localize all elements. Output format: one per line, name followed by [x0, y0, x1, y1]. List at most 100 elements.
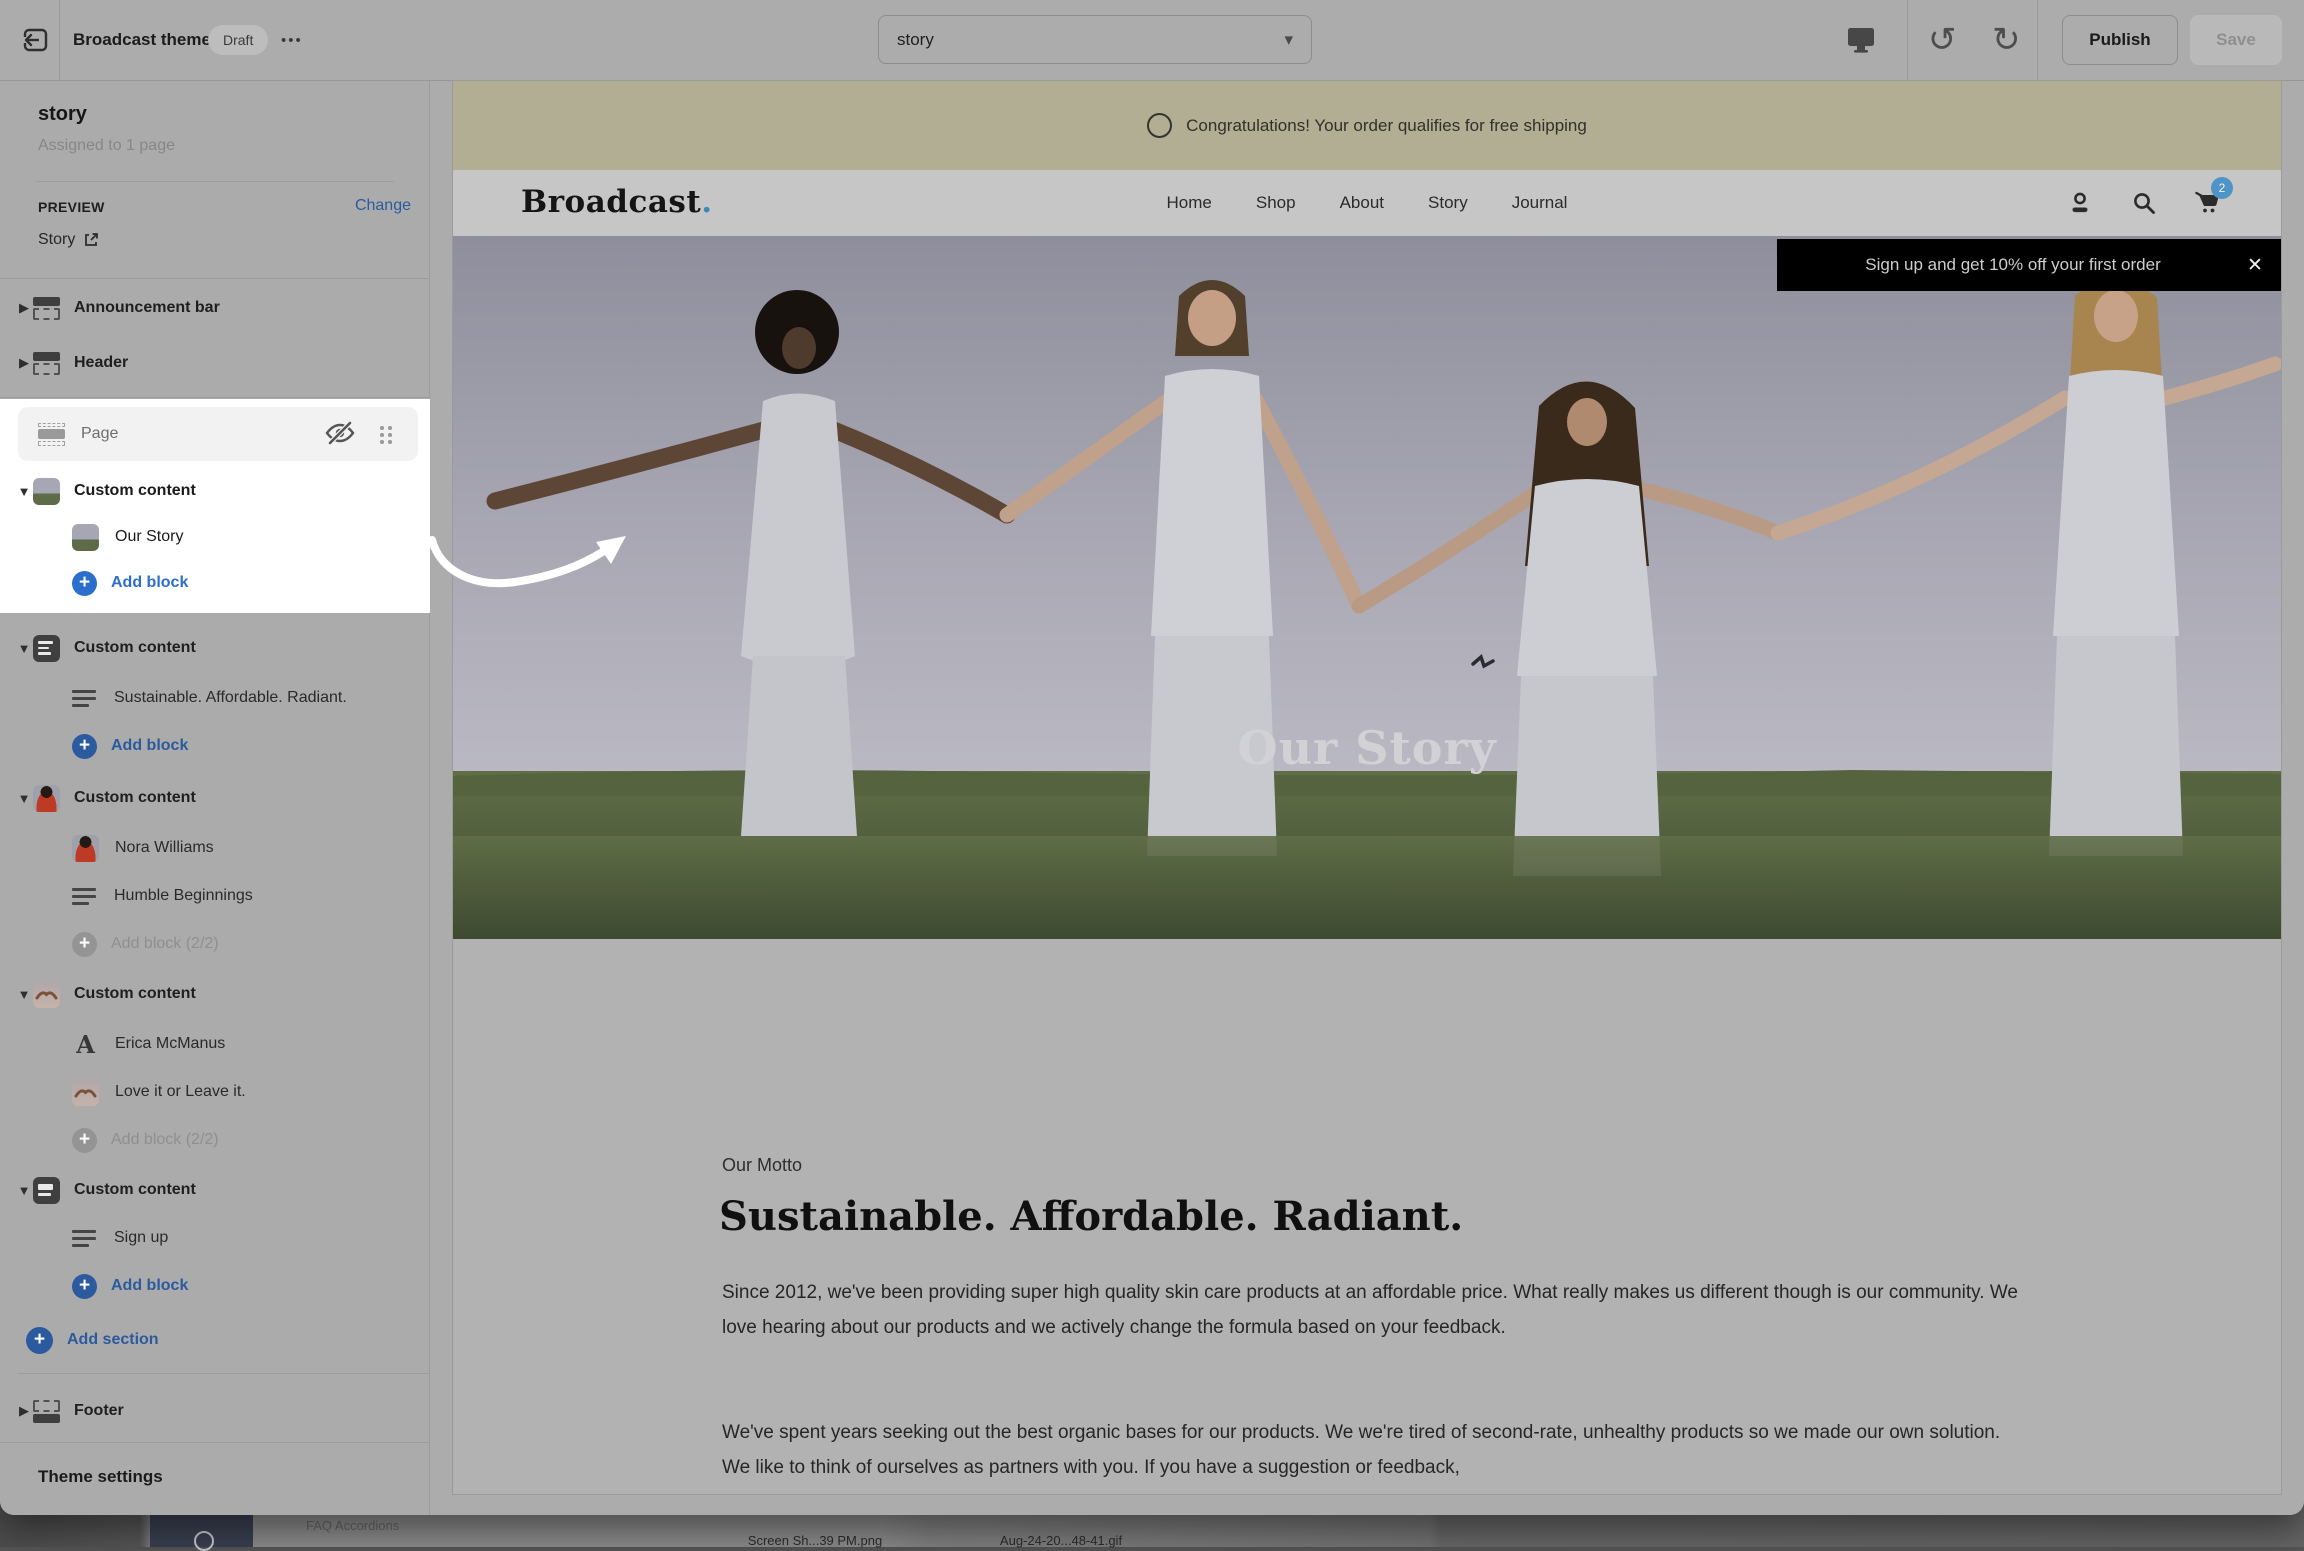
save-button[interactable]: Save — [2190, 15, 2282, 65]
disclosure-expanded-icon[interactable]: ▼ — [15, 1183, 33, 1198]
theme-editor-window: Broadcast theme Draft ••• story ▾ ↺ ↻ Pu… — [0, 0, 2304, 1515]
hands-thumbnail-icon — [72, 1079, 99, 1106]
announcement-bar: Congratulations! Your order qualifies fo… — [453, 81, 2281, 170]
sidebar-group-custom-content[interactable]: ▼ Custom content — [0, 1168, 430, 1212]
group-label: Custom content — [74, 1181, 196, 1199]
nav-link-about[interactable]: About — [1340, 193, 1384, 213]
hidden-eye-icon — [324, 420, 356, 446]
change-preview-link[interactable]: Change — [355, 197, 411, 215]
disclosure-expanded-icon[interactable]: ▼ — [15, 791, 33, 806]
block-label: Erica McManus — [115, 1035, 225, 1053]
add-block-button[interactable]: + Add block — [0, 1264, 502, 1308]
sidebar-section-footer[interactable]: ▶ Footer — [0, 1389, 430, 1433]
group-label: Custom content — [74, 482, 196, 500]
hero-photo — [453, 236, 2281, 939]
theme-settings-button[interactable]: Theme settings — [38, 1467, 163, 1487]
sidebar-block[interactable]: Sustainable. Affordable. Radiant. — [0, 676, 502, 720]
hero-title: Our Story — [453, 721, 2281, 775]
nav-link-shop[interactable]: Shop — [1256, 193, 1296, 213]
toast-text: Sign up and get 10% off your first order — [1777, 255, 2229, 275]
sidebar-group-custom-content[interactable]: ▼ Custom content — [0, 626, 430, 670]
sidebar-section-header[interactable]: ▶ Header — [0, 341, 430, 385]
background-window-title: FAQ Accordions — [306, 1518, 399, 1533]
topbar-divider — [2037, 0, 2038, 80]
exit-editor-icon — [22, 26, 50, 54]
add-block-label: Add block — [111, 1277, 188, 1295]
add-block-button[interactable]: + Add block — [0, 724, 502, 768]
sidebar-block[interactable]: Humble Beginnings — [0, 874, 502, 918]
account-icon[interactable] — [2067, 190, 2093, 216]
sidebar: story Assigned to 1 page PREVIEW Change … — [0, 81, 430, 1515]
sidebar-group-custom-content[interactable]: ▼ Custom content — [0, 972, 430, 1016]
publish-button[interactable]: Publish — [2062, 15, 2178, 65]
add-circle-icon: + — [72, 571, 97, 596]
sidebar-section-page[interactable]: Page — [18, 407, 418, 461]
group-label: Custom content — [74, 639, 196, 657]
draft-status-badge: Draft — [208, 25, 268, 55]
nav-link-home[interactable]: Home — [1167, 193, 1212, 213]
group-label: Custom content — [74, 789, 196, 807]
sidebar-section-announcement-bar[interactable]: ▶ Announcement bar — [0, 286, 430, 330]
add-section-button[interactable]: + Add section — [0, 1316, 430, 1364]
section-label: Footer — [74, 1402, 124, 1420]
disclosure-collapsed-icon[interactable]: ▶ — [15, 1403, 33, 1419]
block-label: Love it or Leave it. — [115, 1083, 246, 1101]
block-label: Sign up — [114, 1229, 168, 1247]
add-block-label: Add block — [111, 574, 188, 592]
preview-page-label: Story — [38, 231, 75, 249]
text-lines-icon — [72, 886, 98, 906]
preview-page-link[interactable]: Story — [38, 231, 99, 249]
storefront-preview: Congratulations! Your order qualifies fo… — [453, 81, 2281, 1494]
sidebar-block[interactable]: Sign up — [0, 1216, 502, 1260]
search-icon[interactable] — [2131, 190, 2157, 216]
topbar-divider — [59, 0, 60, 80]
toggle-visibility-button[interactable] — [324, 420, 356, 451]
story-content-section: Our Motto Sustainable. Affordable. Radia… — [453, 939, 2281, 1494]
add-circle-icon: + — [26, 1327, 53, 1354]
text-card-icon — [33, 635, 60, 662]
add-block-label: Add block (2/2) — [111, 1131, 219, 1149]
disclosure-expanded-icon[interactable]: ▼ — [15, 641, 33, 656]
page-selector-dropdown[interactable]: story ▾ — [878, 15, 1312, 64]
add-circle-icon: + — [72, 1274, 97, 1299]
desktop-file-label: Aug-24-20...48-41.gif — [946, 1533, 1176, 1548]
tutorial-highlight-panel: Page ▼ Custom cont — [0, 399, 430, 613]
group-label: Custom content — [74, 985, 196, 1003]
motto-eyebrow: Our Motto — [722, 1155, 802, 1176]
desktop-preview-button[interactable] — [1845, 25, 1877, 55]
block-label: Sustainable. Affordable. Radiant. — [114, 689, 347, 707]
block-label: Our Story — [115, 528, 183, 546]
storefront-header: Broadcast. Home Shop About Story Journal — [453, 170, 2281, 236]
block-label: Nora Williams — [115, 839, 214, 857]
undo-button[interactable]: ↺ — [1928, 12, 1957, 68]
block-label: Humble Beginnings — [114, 887, 253, 905]
desktop-preview-icon — [1845, 25, 1877, 55]
theme-name: Broadcast theme — [73, 0, 211, 80]
section-label: Header — [74, 354, 128, 372]
sidebar-block[interactable]: Love it or Leave it. — [0, 1070, 502, 1114]
disclosure-collapsed-icon[interactable]: ▶ — [15, 300, 33, 316]
exit-editor-button[interactable] — [22, 26, 50, 54]
disclosure-expanded-icon[interactable]: ▼ — [15, 987, 33, 1002]
field-thumbnail-icon — [72, 524, 99, 551]
divider — [0, 1442, 430, 1443]
more-actions-button[interactable]: ••• — [281, 0, 303, 80]
section-label: Page — [81, 425, 118, 443]
tutorial-arrow — [420, 518, 650, 628]
sidebar-block[interactable]: Nora Williams — [0, 826, 502, 870]
sidebar-block[interactable]: A Erica McManus — [0, 1022, 502, 1066]
preview-gutter: Congratulations! Your order qualifies fo… — [431, 81, 2304, 1515]
template-assigned-note: Assigned to 1 page — [38, 137, 175, 155]
close-icon[interactable]: ✕ — [2229, 254, 2281, 277]
footer-section-icon — [33, 1400, 60, 1423]
add-circle-icon: + — [72, 932, 97, 957]
nav-link-story[interactable]: Story — [1428, 193, 1468, 213]
sidebar-group-custom-content[interactable]: ▼ Custom content — [0, 469, 430, 513]
drag-handle-icon[interactable] — [380, 426, 392, 443]
disclosure-collapsed-icon[interactable]: ▶ — [15, 355, 33, 371]
redo-button[interactable]: ↻ — [1992, 12, 2021, 68]
desktop-file-label: Screen Sh...39 PM.png — [700, 1533, 930, 1548]
sidebar-group-custom-content[interactable]: ▼ Custom content — [0, 776, 430, 820]
nav-link-journal[interactable]: Journal — [1512, 193, 1568, 213]
disclosure-expanded-icon[interactable]: ▼ — [15, 484, 33, 499]
